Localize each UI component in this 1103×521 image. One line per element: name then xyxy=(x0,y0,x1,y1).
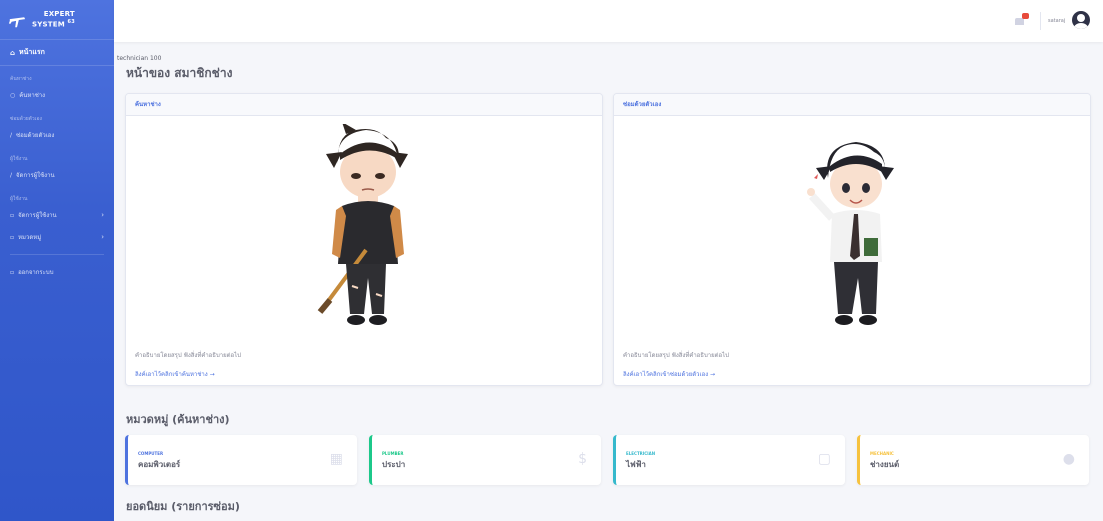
search-icon: ○ xyxy=(10,91,16,99)
bell-icon xyxy=(1015,18,1024,25)
chevron-right-icon: › xyxy=(101,211,104,219)
stat-label: MECHANIC xyxy=(870,451,894,456)
brand[interactable]: EXPERT SYSTEM 63 xyxy=(0,0,114,40)
folder-icon: ▫ xyxy=(10,233,15,241)
stat-value: ช่างยนต์ xyxy=(870,460,900,469)
calendar-icon: ▦ xyxy=(329,451,343,467)
stat-label: COMPUTER xyxy=(138,451,164,456)
card-search-technician: ค้นหาช่าง คำอธิบายโดยสรุป ฟังสิ่งที่คำอธ… xyxy=(125,93,603,386)
stat-card-computer[interactable]: COMPUTER คอมพิวเตอร์ ▦ xyxy=(125,435,357,485)
stat-label: ELECTRICIAN xyxy=(626,451,656,456)
alerts-bell[interactable] xyxy=(1015,13,1029,25)
sidebar-item-label: ซ่อมด้วยตัวเอง xyxy=(16,132,55,139)
avatar[interactable] xyxy=(1072,11,1090,29)
sidebar-item-label: ออกจากระบบ xyxy=(18,269,54,276)
sidebar: EXPERT SYSTEM 63 ⌂ หน้าแรก ค้นหาช่าง ○ ค… xyxy=(0,0,114,521)
stat-card-plumber[interactable]: PLUMBER ประปา $ xyxy=(369,435,601,485)
user-icon xyxy=(1077,14,1085,22)
stat-label: PLUMBER xyxy=(382,451,404,456)
sidebar-item-label: หมวดหมู่ xyxy=(18,234,42,241)
sidebar-item-label: ค้นหาช่าง xyxy=(19,92,46,99)
sidebar-heading-self-repair: ซ่อมด้วยตัวเอง xyxy=(10,116,42,122)
stat-card-mechanic[interactable]: MECHANIC ช่างยนต์ ● xyxy=(857,435,1089,485)
home-icon: ⌂ xyxy=(10,48,16,57)
section-title-category: หมวดหมู่ (ค้นหาช่าง) xyxy=(126,413,230,426)
topbar-divider xyxy=(1040,12,1041,30)
brand-text: EXPERT SYSTEM 63 xyxy=(32,10,75,28)
sidebar-item-manage-users-2[interactable]: ▫ จัดการผู้ใช้งาน › xyxy=(0,204,114,226)
sidebar-heading-manage-2: ผู้ใช้งาน xyxy=(10,196,28,202)
brand-line1: EXPERT xyxy=(43,10,75,19)
stat-value: คอมพิวเตอร์ xyxy=(138,460,181,469)
sidebar-heading-manage: ผู้ใช้งาน xyxy=(10,156,28,162)
card-link[interactable]: ลิงค์เอาไว้คลิกเข้าซ่อมด้วยตัวเอง → xyxy=(623,369,715,379)
sidebar-item-self-repair[interactable]: ∕ ซ่อมด้วยตัวเอง xyxy=(0,124,114,146)
card-header: ซ่อมด้วยตัวเอง xyxy=(614,94,1090,116)
dollar-icon: $ xyxy=(578,451,587,467)
stat-value: ไฟฟ้า xyxy=(626,460,646,469)
folder-icon: ▫ xyxy=(10,268,15,276)
sidebar-item-label: จัดการผู้ใช้งาน xyxy=(16,172,55,179)
sidebar-heading-search: ค้นหาช่าง xyxy=(10,76,32,82)
user-name[interactable]: sataraj xyxy=(1048,18,1065,24)
comments-icon: ● xyxy=(1062,451,1075,467)
technician-illustration xyxy=(317,124,408,325)
sidebar-item-label: หน้าแรก xyxy=(19,48,45,56)
wrench-icon: ∕ xyxy=(10,131,13,139)
sidebar-item-search[interactable]: ○ ค้นหาช่าง xyxy=(0,84,114,106)
sidebar-divider xyxy=(10,254,104,255)
brand-sup: 63 xyxy=(67,19,75,26)
airplane-icon xyxy=(8,16,26,27)
section-title-popular: ยอดนิยม (รายการซ่อม) xyxy=(126,500,240,513)
card-description: คำอธิบายโดยสรุป ฟังสิ่งที่คำอธิบายต่อไป xyxy=(135,352,241,359)
sidebar-item-logout[interactable]: ▫ ออกจากระบบ xyxy=(0,261,114,283)
sidebar-item-label: จัดการผู้ใช้งาน xyxy=(18,212,57,219)
stat-card-electrician[interactable]: ELECTRICIAN ไฟฟ้า ▢ xyxy=(613,435,845,485)
stat-value: ประปา xyxy=(382,460,406,469)
card-description: คำอธิบายโดยสรุป ฟังสิ่งที่คำอธิบายต่อไป xyxy=(623,352,729,359)
sidebar-item-category[interactable]: ▫ หมวดหมู่ › xyxy=(0,226,114,248)
card-header: ค้นหาช่าง xyxy=(126,94,602,116)
sidebar-item-manage-users[interactable]: ∕ จัดการผู้ใช้งาน xyxy=(0,164,114,186)
chevron-right-icon: › xyxy=(101,233,104,241)
card-self-repair: ซ่อมด้วยตัวเอง คำอธิบายโดยสรุป ฟังสิ่งที… xyxy=(613,93,1091,386)
breadcrumb: technician 100 xyxy=(117,55,162,62)
page-title: หน้าของ สมาชิกช่าง xyxy=(126,66,233,80)
sidebar-item-home[interactable]: ⌂ หน้าแรก xyxy=(0,40,114,66)
topbar xyxy=(114,0,1103,42)
alert-badge xyxy=(1022,13,1029,19)
folder-icon: ▫ xyxy=(10,211,15,219)
clipboard-icon: ▢ xyxy=(817,451,831,467)
repairman-illustration xyxy=(807,142,894,325)
card-link[interactable]: ลิงค์เอาไว้คลิกเข้าค้นหาช่าง → xyxy=(135,369,215,379)
brand-line2: SYSTEM xyxy=(32,20,65,29)
wrench-icon: ∕ xyxy=(10,171,13,179)
